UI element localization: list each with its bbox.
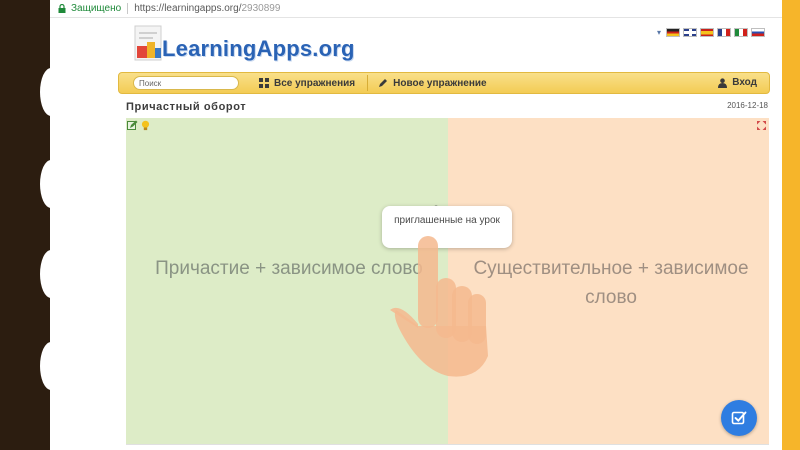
language-selector[interactable]: ▾ [657, 28, 766, 37]
search-input[interactable]: Поиск [133, 76, 239, 90]
lock-icon [58, 4, 66, 13]
new-exercise-label: Новое упражнение [393, 77, 487, 89]
flag-en-icon[interactable] [683, 28, 698, 37]
edit-copy-icon[interactable] [127, 120, 138, 131]
exercise-date: 2016-12-18 [727, 101, 768, 110]
flag-es-icon[interactable] [700, 28, 715, 37]
exercise-title: Причастный оборот [126, 101, 247, 113]
hand-pointer-icon [390, 236, 488, 377]
pencil-icon [379, 79, 388, 87]
flag-it-icon[interactable] [734, 28, 749, 37]
address-separator [127, 3, 129, 14]
fullscreen-icon[interactable] [757, 121, 766, 130]
content-divider [126, 444, 769, 445]
url-host: https://learningapps.org/ [134, 3, 242, 14]
site-logo-text[interactable]: LearningApps.org [162, 36, 355, 62]
checkbox-check-icon [731, 411, 747, 425]
main-nav-bar: Поиск Все упражнения Новое упражнение Вх… [118, 72, 770, 94]
exercise-toolbar [127, 120, 151, 131]
flag-fr-icon[interactable] [717, 28, 732, 37]
address-bar[interactable]: Защищено https://learningapps.org/293089… [50, 0, 782, 18]
chevron-down-icon[interactable]: ▾ [657, 28, 661, 37]
right-category-label: Существительное + зависимое слово [473, 258, 749, 308]
lightbulb-icon[interactable] [140, 120, 151, 131]
login-button[interactable]: Вход [718, 77, 757, 88]
right-accent-strip [782, 0, 800, 450]
flag-ru-icon[interactable] [751, 28, 766, 37]
url-path: 2930899 [241, 3, 281, 14]
check-answers-button[interactable] [721, 400, 757, 436]
all-exercises-label: Все упражнения [274, 77, 356, 89]
grid-icon [259, 78, 269, 88]
browser-page: Защищено https://learningapps.org/293089… [50, 0, 782, 450]
all-exercises-link[interactable]: Все упражнения [259, 78, 355, 89]
nav-divider [367, 75, 369, 91]
secure-label: Защищено [71, 3, 122, 14]
flag-de-icon[interactable] [666, 28, 681, 37]
login-label: Вход [732, 77, 757, 88]
new-exercise-link[interactable]: Новое упражнение [378, 78, 487, 89]
left-decorative-border [0, 0, 62, 450]
exercise-area: Причастие + зависимое слово Существитель… [126, 118, 769, 444]
learningapps-logo-icon[interactable] [133, 22, 165, 64]
user-icon [718, 77, 728, 88]
